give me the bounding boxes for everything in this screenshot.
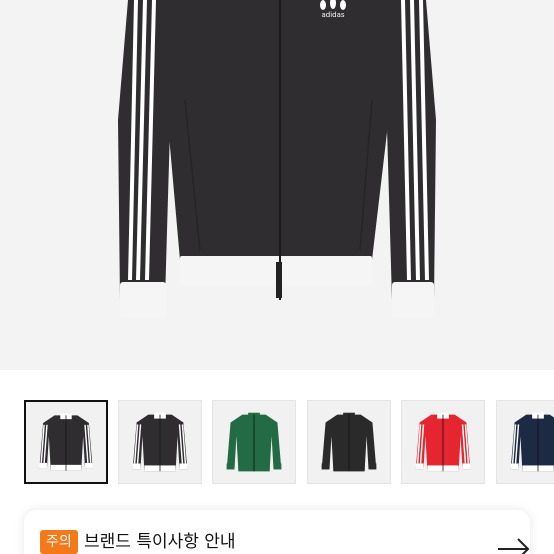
- adidas-logo: [320, 0, 346, 10]
- thumbnail-jacket-image: [510, 412, 554, 472]
- thumbnail-jacket-image: [226, 412, 282, 472]
- product-thumbnail[interactable]: [307, 400, 391, 484]
- arrow-right-icon[interactable]: [494, 534, 534, 554]
- adidas-brand-text: adidas: [321, 11, 344, 19]
- brand-notice-card[interactable]: 주의 브랜드 특이사항 안내: [24, 510, 530, 554]
- product-thumbnail[interactable]: [24, 400, 108, 484]
- jacket-illustration: adidas: [118, 0, 436, 318]
- thumbnail-jacket-image: [321, 412, 377, 472]
- thumbnail-jacket-image: [39, 413, 93, 471]
- product-main-image[interactable]: adidas: [0, 0, 554, 370]
- product-thumbnail[interactable]: [118, 400, 202, 484]
- product-thumbnail[interactable]: [496, 400, 554, 484]
- notice-title: 브랜드 특이사항 안내: [84, 532, 236, 552]
- thumbnail-strip: [0, 388, 554, 496]
- caution-badge: 주의: [40, 530, 78, 554]
- thumbnail-jacket-image: [415, 412, 471, 472]
- product-thumbnail[interactable]: [401, 400, 485, 484]
- thumbnail-jacket-image: [132, 412, 188, 472]
- product-thumbnail[interactable]: [212, 400, 296, 484]
